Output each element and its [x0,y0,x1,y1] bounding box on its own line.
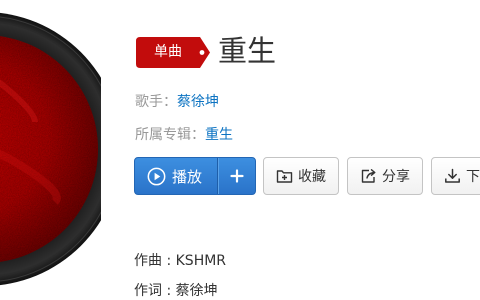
play-button[interactable]: 播放 [135,158,217,194]
lyricist-label: 作词 : [134,283,176,299]
collect-button[interactable]: 收藏 [263,157,339,195]
download-button-label: 下 [466,169,480,185]
lyricist-credit: 作词 : 蔡徐坤 [134,281,218,300]
song-detail-page: 单曲 重生 歌手：蔡徐坤 所属专辑：重生 播放 收藏 分享 下 作曲: KSH… [0,0,480,300]
play-button-label: 播放 [172,167,203,186]
add-to-playlist-button[interactable] [217,158,255,194]
album-label: 所属专辑： [135,127,205,143]
share-icon [361,169,376,183]
album-row: 所属专辑：重生 [135,125,233,145]
singer-label: 歌手： [135,94,177,110]
vinyl-record-image [0,12,101,286]
download-icon [445,168,460,183]
album-cover [0,12,101,286]
singer-link[interactable]: 蔡徐坤 [177,94,219,110]
download-button[interactable]: 下 [431,157,480,195]
plus-icon [230,169,244,183]
singer-row: 歌手：蔡徐坤 [135,92,219,112]
folder-plus-icon [276,170,293,183]
album-link[interactable]: 重生 [205,127,233,143]
song-title: 重生 [218,34,277,68]
single-type-tag: 单曲 [136,37,210,68]
share-button[interactable]: 分享 [347,157,423,195]
lyricist-name: 蔡徐坤 [175,283,218,299]
play-circle-icon [147,167,166,185]
collect-button-label: 收藏 [298,169,326,185]
composer-label: 作曲 : [134,253,176,269]
play-button-group: 播放 [134,157,256,195]
single-tag-label: 单曲 [154,44,182,60]
composer-name: KSHMR [175,253,227,269]
composer-credit: 作曲 : KSHMR [134,251,226,271]
share-button-label: 分享 [382,169,410,185]
